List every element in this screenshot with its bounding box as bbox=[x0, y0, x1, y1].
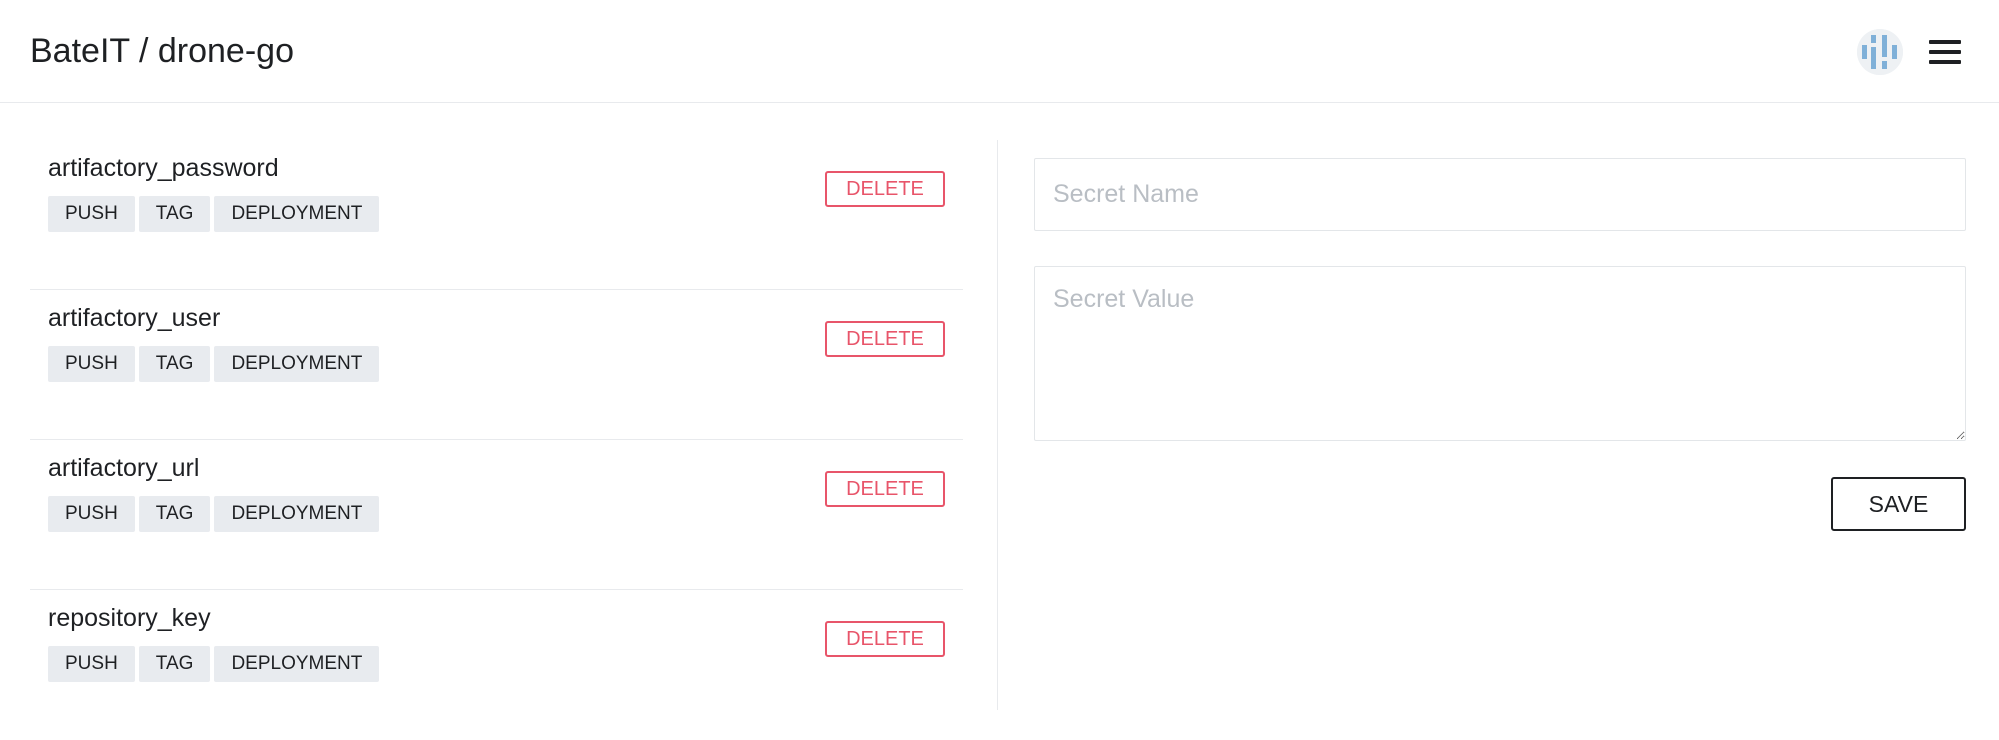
avatar-graphic bbox=[1857, 29, 1903, 75]
menu-bar bbox=[1929, 60, 1961, 64]
user-avatar-icon[interactable] bbox=[1857, 29, 1903, 75]
hamburger-menu-icon[interactable] bbox=[1926, 36, 1964, 68]
secret-name-input[interactable] bbox=[1034, 158, 1966, 231]
delete-button[interactable]: DELETE bbox=[825, 171, 945, 207]
menu-bar bbox=[1929, 40, 1961, 44]
delete-button[interactable]: DELETE bbox=[825, 321, 945, 357]
event-tag: PUSH bbox=[48, 646, 135, 682]
top-bar: BateIT / drone-go bbox=[0, 0, 1999, 103]
event-tags: PUSH TAG DEPLOYMENT bbox=[48, 346, 380, 382]
event-tags: PUSH TAG DEPLOYMENT bbox=[48, 646, 380, 682]
menu-bar bbox=[1929, 50, 1961, 54]
secret-name: artifactory_url bbox=[48, 454, 200, 482]
breadcrumb[interactable]: BateIT / drone-go bbox=[30, 31, 294, 71]
secret-list: artifactory_password PUSH TAG DEPLOYMENT… bbox=[30, 140, 963, 740]
secret-name: artifactory_user bbox=[48, 304, 221, 332]
event-tag: DEPLOYMENT bbox=[214, 646, 380, 682]
secret-value-input[interactable] bbox=[1034, 266, 1966, 441]
event-tag: PUSH bbox=[48, 196, 135, 232]
delete-button[interactable]: DELETE bbox=[825, 471, 945, 507]
event-tags: PUSH TAG DEPLOYMENT bbox=[48, 496, 380, 532]
column-divider bbox=[997, 140, 998, 710]
event-tag: PUSH bbox=[48, 496, 135, 532]
secret-row: artifactory_user PUSH TAG DEPLOYMENT DEL… bbox=[30, 290, 963, 440]
event-tag: PUSH bbox=[48, 346, 135, 382]
event-tag: DEPLOYMENT bbox=[214, 496, 380, 532]
event-tag: DEPLOYMENT bbox=[214, 346, 380, 382]
event-tag: DEPLOYMENT bbox=[214, 196, 380, 232]
delete-button[interactable]: DELETE bbox=[825, 621, 945, 657]
secret-row: artifactory_password PUSH TAG DEPLOYMENT… bbox=[30, 140, 963, 290]
secret-row: repository_key PUSH TAG DEPLOYMENT DELET… bbox=[30, 590, 963, 740]
event-tag: TAG bbox=[138, 196, 211, 232]
secret-row: artifactory_url PUSH TAG DEPLOYMENT DELE… bbox=[30, 440, 963, 590]
secret-name: repository_key bbox=[48, 604, 211, 632]
event-tag: TAG bbox=[138, 646, 211, 682]
event-tag: TAG bbox=[138, 496, 211, 532]
secret-name: artifactory_password bbox=[48, 154, 279, 182]
event-tags: PUSH TAG DEPLOYMENT bbox=[48, 196, 380, 232]
event-tag: TAG bbox=[138, 346, 211, 382]
save-button[interactable]: SAVE bbox=[1831, 477, 1966, 531]
